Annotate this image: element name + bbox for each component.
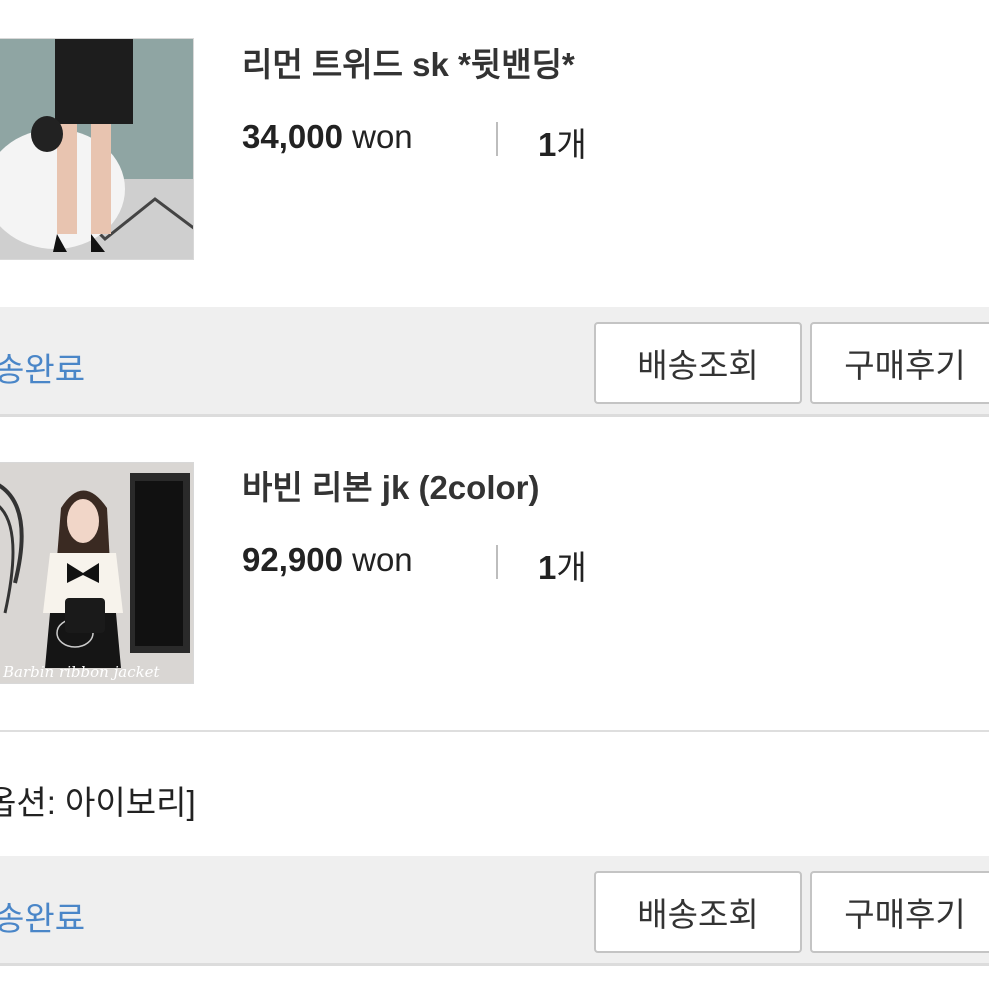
price-amount: 34,000: [242, 118, 343, 155]
qty-unit: 개: [556, 549, 587, 586]
track-delivery-button[interactable]: 배송조회: [594, 322, 802, 404]
qty-number: 1: [538, 126, 557, 163]
product-option: 옵션: 아이보리]: [0, 784, 196, 821]
qty-unit: 개: [556, 126, 587, 163]
write-review-button[interactable]: 구매후기: [810, 871, 989, 953]
image-caption: Barbin ribbon jacket: [2, 663, 161, 681]
product-name[interactable]: 리먼 트위드 sk *뒷밴딩*: [242, 38, 575, 86]
price-unit: won: [352, 541, 413, 578]
product-thumbnail[interactable]: Barbin ribbon jacket: [0, 462, 194, 684]
product-quantity: 1개: [538, 541, 587, 589]
price-unit: won: [352, 118, 413, 155]
product-price: 92,900 won: [242, 541, 413, 579]
qty-number: 1: [538, 549, 557, 586]
order-status-bar: 송완료 배송조회 구매후기: [0, 307, 989, 417]
order-status-bar: 송완료 배송조회 구매후기: [0, 856, 989, 966]
price-qty-separator: [496, 545, 498, 579]
section-divider: [0, 730, 989, 732]
product-price: 34,000 won: [242, 118, 413, 156]
delivery-status: 송완료: [0, 351, 86, 388]
delivery-status: 송완료: [0, 900, 86, 937]
product-quantity: 1개: [538, 118, 587, 166]
price-amount: 92,900: [242, 541, 343, 578]
track-delivery-button[interactable]: 배송조회: [594, 871, 802, 953]
product-name[interactable]: 바빈 리본 jk (2color): [242, 461, 539, 509]
write-review-button[interactable]: 구매후기: [810, 322, 989, 404]
price-qty-separator: [496, 122, 498, 156]
product-thumbnail[interactable]: [0, 38, 194, 260]
